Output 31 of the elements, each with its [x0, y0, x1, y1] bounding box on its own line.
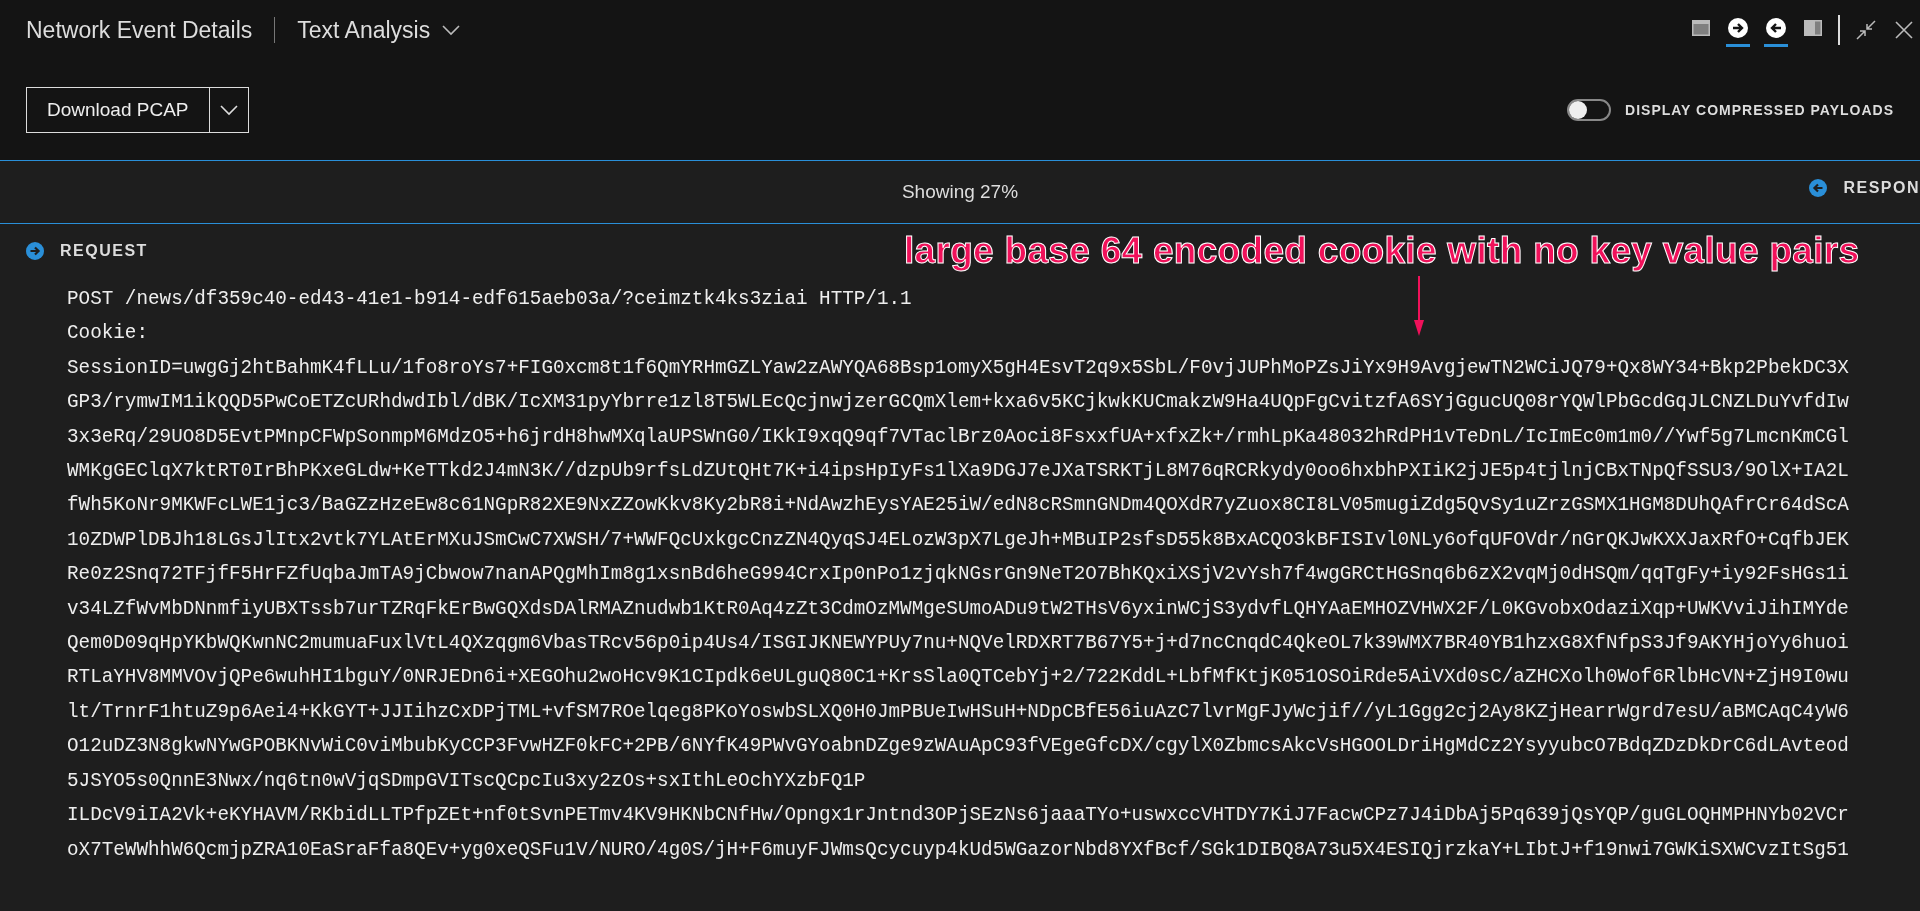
payload-line: RTLaYHV8MMVOvjQPe6wuhHI1bguY/0NRJEDn6i+XEGOhu2woHcv9K1CIpdk6eULguQ80C1+KrsSla0QTCebYj+2/722KddL+LbfMfKtjK051OSOiRde5AiVXd0sC/aZHCXolh0Wof6RlbHcVN+ZjH9I0wu [67, 665, 1849, 691]
payload-line: SessionID=uwgGj2htBahmK4fLLu/1fo8roYs7+FIG0xcm8t1f6QmYRHmGZLYaw2zAWYQA68Bsp1omyX5gH4EsvT2q9x5SbL/F0vjJUPhMoPZsJiYx9H9AvgjewTN2WCiJQ79+Qx8WY34+Bkp2PbekDC3X [67, 355, 1849, 381]
payload-line: Qem0D09qHpYKbWQKwnNC2mumuaFuxlVtL4QXzqgm6VbasTRcv56p0ip4Us4/ISGIJKNEWYPUy7nu+NQVelRDXRT7B67Y5+j+d7ncCnqdC4QkeOL7k39WMX7BR40YB1hzxG8XfNfpS3Jf9AKYHjoYy6huoi [67, 631, 1849, 657]
arrow-left-circle-icon [1809, 179, 1828, 197]
toggle-switch[interactable] [1567, 99, 1612, 121]
showing-percentage: Showing 27% [901, 181, 1019, 203]
payload-line: O12uDZ3N8gkwNYwGPOBKNvWiC0viMbubKyCCP3FvwHZF0kFC+2PB/6NYfK49PWvGYoabnDZge9zWAuApC93fVEgeGfcDX/cgylX0ZbmcsAkcVsHGOOLDriHgMdCz2YsyyubcO7BdqZDzDkDrC6dLAvteod [67, 734, 1849, 760]
payload-line: ILDcV9iIA2Vk+eKYHAVM/RKbidLLTPfpZEt+nf0tSvnPETmv4KV9HKNbCNfHw/Opngx1rJntnd3OPjSEzNs6jaaaTYo+uswxccVHTDY7KiJ7FacwCPz7J4iDbAj5Pq639jQsYQP/guGLOQHMPHNYb02VCr [67, 803, 1849, 829]
payload-line: 10ZDWPlDBJh18LGsJlItx2vtk7YLAtErMXuJSmCwC7XWSH/7+WWFQcUxkgcCnzZN4QyqSJ4ELozW3pX7LgeJh+MBuIP2sfsD55k8BxACQO3kBFISIvl0NLy6ofqUFOVdr/nGrQKJwKXXJaxRfO+CqfbJEK [67, 527, 1849, 553]
payload-line: oX7TeWWhhW6QcmjpZRA10EaSraFfa8QEv+yg0xeQSFu1V/NURO/4g0S/jH+F6muyFJWmsQcycuyp4kUd5WGazorNbd8YXfBcf/SGk1DIBQ8A73u5X4ESIQjrzkaY+LIbtJ+f19nwi7GWKiSXWCvzItSg51 [67, 837, 1849, 863]
payload-line: 3x3eRq/29UO8D5EvtPMnpCFWpSonmpM6MdzO5+h6jrdH8hwMXqlaUPSWnG0/IKkI9xqQ9qf7VTaclBrz0Aoci8FsxxfUA+xfxZk+/rmhLpKa48032hRdPH1vTeDnL/IcImEc0m1m0//Ywf5g7LmcnKmCGl [67, 424, 1849, 450]
payload-line: v34LZfWvMbDNnmfiyUBXTssb7urTZRqFkErBwGQXdsDAlRMAZnudwb1KtR0Aq4zZt3CdmOzMWMgeSUmoADu9tW2THsV6yxinWCjS3ydvfLQHYAaEMHOZVHWX2F/L0KGvobxOdaziXqp+UWKVviJihIMYde [67, 596, 1849, 622]
request-toggle[interactable]: REQUEST [26, 242, 148, 260]
collapse-button[interactable] [1854, 18, 1878, 42]
payload-line: Re0z2Snq72TFjfF5HrFZfUqbaJmTA9jCbwow7nanAPQgMhIm8g1xsnBd6heG994CrxIp0nPo1zjqkNGsrGn9NeT2O7BhKQxiXSjV2vYsh7f4wgGRCtHGSnq6b6zX2vqMj0dHSQm/qqTgFy+iy92FsHGs1i [67, 562, 1849, 588]
payload-line: WMKgGEClqX7ktRT0IrBhPKxeGLdw+KeTTkd2J4mN3K//dzpUb9rfsLdZUtQHt7K+i4ipsHpIyFs1lXa9DGJ7eJXaTSRKTjL8M76qRCRkydy0oo6hxbhPXIiK2jJE5p4tjlnjCBxTNpQfSSU3/9OlX+IA2L [67, 459, 1849, 485]
toggle-label: DISPLAY COMPRESSED PAYLOADS [1625, 102, 1894, 118]
payload-line: 5JSYO5s0QnnE3Nwx/nq6tn0wVjqSDmpGVITscQCpcIu3xy2zOs+sxIthLeOchYXzbFQ1P [67, 768, 866, 794]
chevron-down-icon [442, 24, 461, 36]
annotation-arrow [1413, 276, 1425, 336]
chevron-down-icon [219, 104, 238, 116]
payload-line: POST /news/df359c40-ed43-41e1-b914-edf615aeb03a/?ceimztk4ks3ziai HTTP/1.1 [67, 287, 912, 312]
view-dropdown[interactable]: Text Analysis [297, 16, 461, 44]
payload-line: Cookie: [67, 321, 148, 347]
annotation-text: large base 64 encoded cookie with no key value pairs [904, 230, 1860, 272]
response-toggle[interactable]: RESPON [1809, 179, 1920, 197]
arrow-right-circle-icon [26, 242, 44, 260]
panel-title: Network Event Details [26, 16, 253, 44]
payload-line: lt/TrnrF1htuZ9p6Aei4+KkGYT+JJIihzCxDPjTML+vfSM7ROelqeg8PKoYoswbSLXQ0H0JmPBUeIwHSuH+NDpCBfE56iuAzC7lvrMgFJyWcjif//yL1Ggg2cj2Ay8KZjHearrWgrd7esU/aBMCAqC4yW6 [67, 699, 1849, 725]
payload-line: fWh5KoNr9MKWFcLWE1jc3/BaGZzHzeEw8c61NGpR82XE9NxZZowKkv8Ky2bR8i+NdAwzhEysYAE25iW/edN8cRSmnGNDm4QOXdR7yZuox8CI8LV05mugiZdg5QvSy1uZrzGSMX1HGM8DUhQAfrCr64dScA [67, 493, 1849, 519]
payload-line: GP3/rymwIM1ikQQD5PwCoETZcURhdwdIbl/dBK/IcXM31pyYbrre1zl8T5WLEcQcjnwjzerGCQmXlem+kxa6v5KCjkwkKUCmakzW9Ha4UQpFgCvitzfA6SYjGgucUQ08rYQWlPbGcdGqJLCNZLDuYvfdIw [67, 390, 1849, 416]
